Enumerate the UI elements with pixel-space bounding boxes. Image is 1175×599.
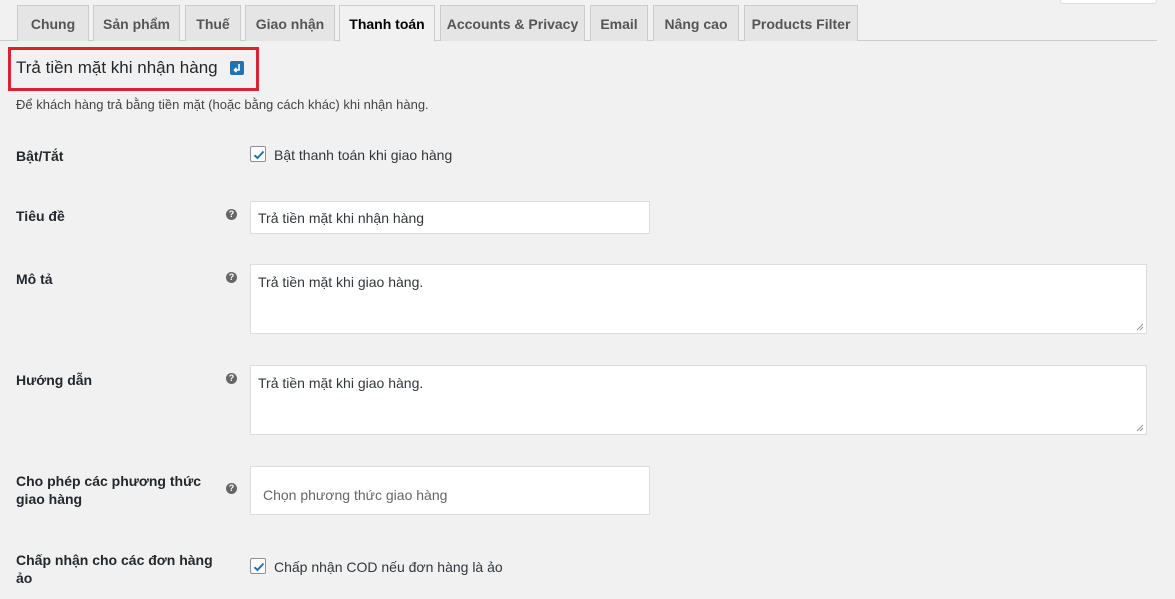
- description-text: Trả tiền mặt khi giao hàng.: [258, 274, 424, 290]
- tab-products-filter[interactable]: Products Filter: [744, 5, 858, 41]
- instructions-label: Hướng dẫn: [16, 372, 93, 388]
- virtual-orders-checkbox[interactable]: [250, 558, 266, 574]
- help-icon[interactable]: ?: [226, 373, 237, 384]
- enable-label: Bật/Tắt: [16, 148, 64, 164]
- help-icon[interactable]: ?: [226, 209, 237, 220]
- help-icon[interactable]: ?: [226, 483, 237, 494]
- tab-san-pham[interactable]: Sản phẩm: [93, 5, 180, 41]
- section-description: Để khách hàng trả bằng tiền mặt (hoặc bằ…: [16, 97, 429, 112]
- tab-thanh-toan[interactable]: Thanh toán: [339, 5, 435, 42]
- enable-checkbox-label[interactable]: Bật thanh toán khi giao hàng: [274, 147, 452, 163]
- tab-chung[interactable]: Chung: [17, 5, 89, 41]
- virtual-orders-checkbox-label[interactable]: Chấp nhận COD nếu đơn hàng là ảo: [274, 559, 503, 575]
- return-arrow-icon[interactable]: [230, 61, 244, 75]
- instructions-textarea[interactable]: Trả tiền mặt khi giao hàng.: [250, 365, 1147, 435]
- tab-accounts-privacy[interactable]: Accounts & Privacy: [440, 5, 585, 41]
- enable-checkbox[interactable]: [250, 146, 266, 162]
- tab-giao-nhan[interactable]: Giao nhận: [245, 5, 335, 41]
- resize-handle-icon[interactable]: [1136, 424, 1144, 432]
- shipping-methods-label: Cho phép các phương thức giao hàng: [16, 473, 202, 507]
- help-icon[interactable]: ?: [226, 272, 237, 283]
- tab-email[interactable]: Email: [590, 5, 648, 41]
- checkmark-icon: [253, 562, 265, 572]
- section-title: Trả tiền mặt khi nhận hàng: [16, 58, 218, 77]
- virtual-orders-label: Chấp nhận cho các đơn hàng ảo: [16, 552, 213, 586]
- title-label: Tiêu đề: [16, 208, 65, 224]
- description-textarea[interactable]: Trả tiền mặt khi giao hàng.: [250, 264, 1147, 334]
- settings-page: Chung Sản phẩm Thuế Giao nhận Thanh toán…: [0, 0, 1175, 599]
- title-input[interactable]: Trả tiền mặt khi nhận hàng: [250, 201, 650, 234]
- shipping-methods-select[interactable]: Chọn phương thức giao hàng: [250, 466, 650, 515]
- tab-thue[interactable]: Thuế: [185, 5, 241, 41]
- description-label: Mô tả: [16, 271, 53, 287]
- checkmark-icon: [253, 150, 265, 160]
- tab-nang-cao[interactable]: Nâng cao: [653, 5, 739, 41]
- instructions-text: Trả tiền mặt khi giao hàng.: [258, 375, 424, 391]
- settings-tabs: Chung Sản phẩm Thuế Giao nhận Thanh toán…: [0, 0, 1157, 42]
- resize-handle-icon[interactable]: [1136, 323, 1144, 331]
